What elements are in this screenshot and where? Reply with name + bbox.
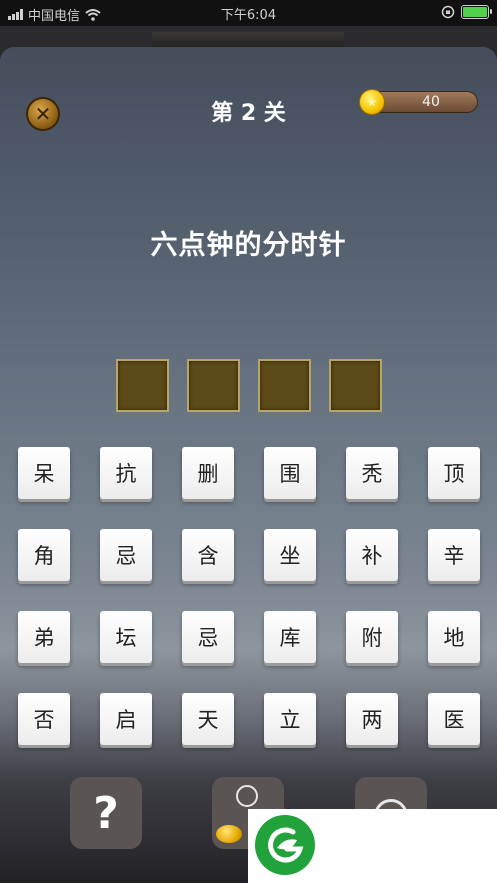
character-tile[interactable]: 角 xyxy=(18,529,70,581)
rotation-lock-icon xyxy=(441,5,455,19)
character-tile[interactable]: 医 xyxy=(428,693,480,745)
character-tile[interactable]: 忌 xyxy=(100,529,152,581)
answer-slot[interactable] xyxy=(187,359,240,412)
status-right xyxy=(441,5,492,19)
character-tile[interactable]: 抗 xyxy=(100,447,152,499)
character-tile[interactable]: 两 xyxy=(346,693,398,745)
character-tile[interactable]: 秃 xyxy=(346,447,398,499)
character-tile[interactable]: 附 xyxy=(346,611,398,663)
coin-stack-icon xyxy=(216,825,242,843)
watermark-box xyxy=(248,809,497,883)
answer-slots xyxy=(116,359,382,412)
status-bar: 中国电信 下午6:04 xyxy=(0,0,497,26)
answer-slot[interactable] xyxy=(258,359,311,412)
character-tile[interactable]: 天 xyxy=(182,693,234,745)
leaf-logo-icon xyxy=(255,815,315,875)
battery-icon xyxy=(461,5,492,19)
character-tile[interactable]: 含 xyxy=(182,529,234,581)
character-grid: 呆 抗 删 围 秃 顶 角 忌 含 坐 补 辛 弟 坛 忌 库 附 地 否 启 … xyxy=(18,447,480,745)
character-tile[interactable]: 补 xyxy=(346,529,398,581)
riddle-text: 六点钟的分时针 xyxy=(150,230,347,261)
character-tile[interactable]: 否 xyxy=(18,693,70,745)
star-coin-icon: ★ xyxy=(359,89,385,115)
character-tile[interactable]: 坐 xyxy=(264,529,316,581)
character-tile[interactable]: 顶 xyxy=(428,447,480,499)
character-tile[interactable]: 地 xyxy=(428,611,480,663)
answer-slot[interactable] xyxy=(116,359,169,412)
character-tile[interactable]: 围 xyxy=(264,447,316,499)
character-tile[interactable]: 辛 xyxy=(428,529,480,581)
lightbulb-icon xyxy=(236,785,258,807)
character-tile[interactable]: 坛 xyxy=(100,611,152,663)
character-tile[interactable]: 删 xyxy=(182,447,234,499)
character-tile[interactable]: 立 xyxy=(264,693,316,745)
character-tile[interactable]: 忌 xyxy=(182,611,234,663)
status-time: 下午6:04 xyxy=(220,8,277,23)
character-tile[interactable]: 库 xyxy=(264,611,316,663)
answer-slot[interactable] xyxy=(329,359,382,412)
help-button[interactable]: ? xyxy=(70,777,142,849)
game-panel: ✕ 第 2 关 40 ★ 六点钟的分时针 呆 抗 删 围 秃 顶 角 忌 含 坐… xyxy=(0,47,497,883)
character-tile[interactable]: 启 xyxy=(100,693,152,745)
character-tile[interactable]: 呆 xyxy=(18,447,70,499)
help-label: ? xyxy=(93,787,119,839)
character-tile[interactable]: 弟 xyxy=(18,611,70,663)
